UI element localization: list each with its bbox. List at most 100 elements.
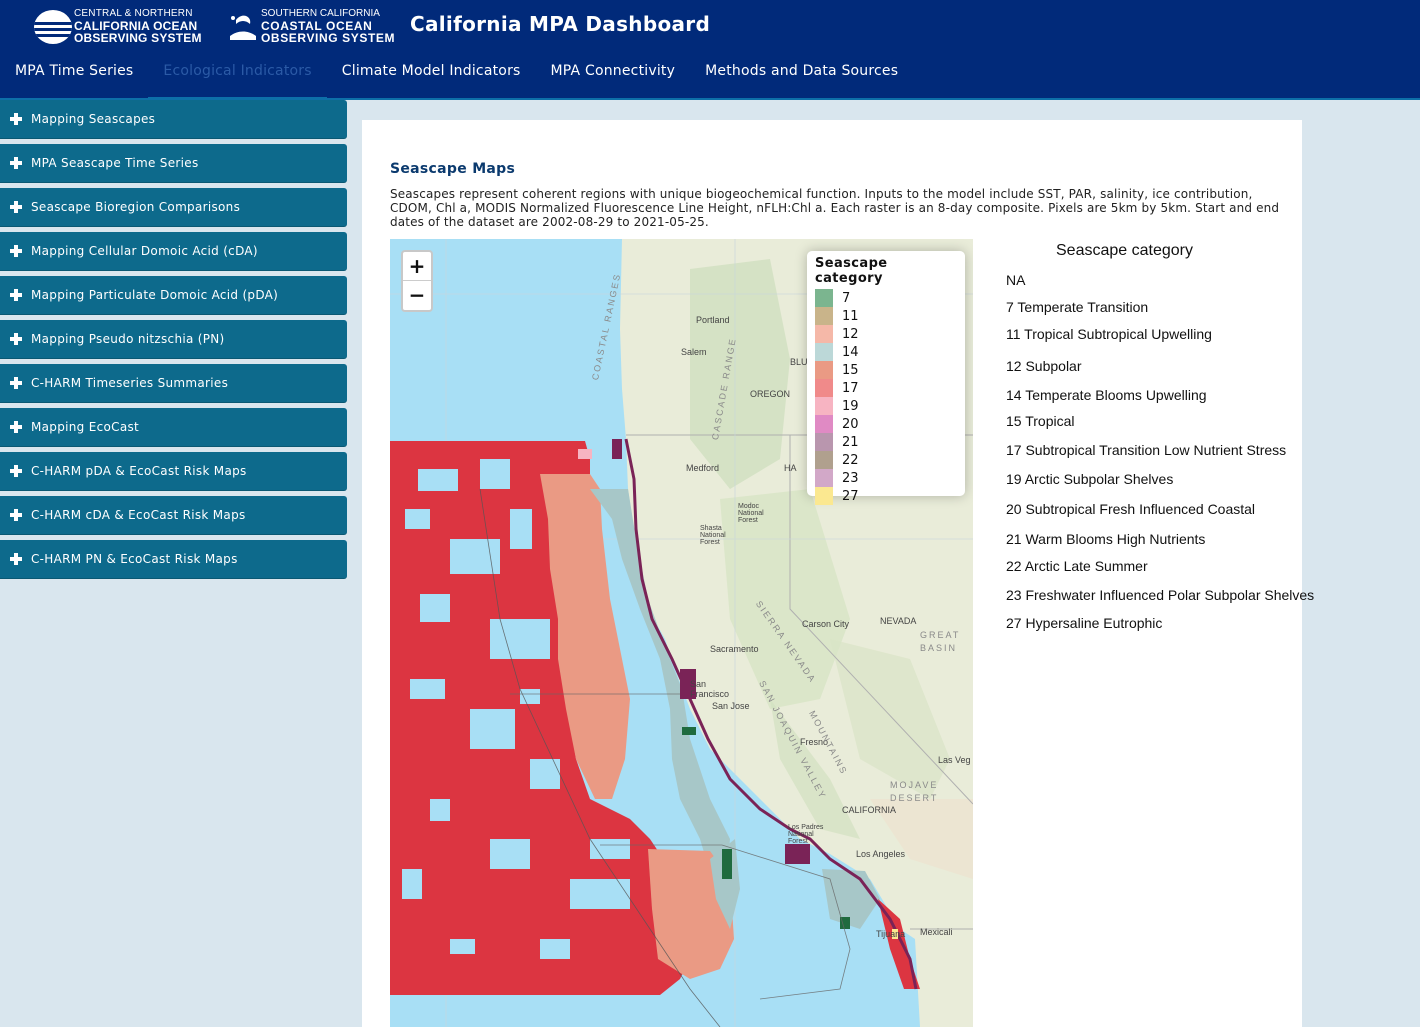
legend-value: 12	[842, 326, 859, 342]
legend-entries: 7 11 12 14 15 17 19 20 21 22 23 27	[815, 289, 957, 505]
logo-line: OBSERVING SYSTEM	[74, 31, 202, 45]
legend-swatch	[815, 325, 833, 343]
map-label: MOJAVE DESERT	[890, 780, 939, 803]
sidebar-item-mapping-seascapes[interactable]: Mapping Seascapes	[0, 100, 347, 139]
map-legend: Seascape category 7 11 12 14 15 17 19 20 21 22 23 2…	[807, 251, 965, 505]
legend-swatch	[815, 361, 833, 379]
sidebar-item-mapping-pn[interactable]: Mapping Pseudo nitzschia (PN)	[0, 320, 347, 359]
plus-icon	[10, 553, 22, 565]
map-label: HA	[784, 463, 797, 473]
map-label: Sacramento	[710, 644, 759, 654]
legend-swatch	[815, 379, 833, 397]
zoom-in-button[interactable]: +	[403, 252, 431, 281]
cencoos-logo[interactable]: CENTRAL & NORTHERN CALIFORNIA OCEAN OBSE…	[34, 8, 214, 46]
legend-entry: 7	[815, 289, 957, 307]
sidebar-item-charm-pda-risk-maps[interactable]: C-HARM pDA & EcoCast Risk Maps	[0, 452, 347, 491]
plus-icon	[10, 289, 22, 301]
plus-icon	[10, 421, 22, 433]
category-key-item: 7 Temperate Transition	[1006, 299, 1149, 315]
sidebar: Mapping Seascapes MPA Seascape Time Seri…	[0, 100, 347, 584]
app-title: California MPA Dashboard	[410, 12, 711, 36]
sidebar-item-mapping-pda[interactable]: Mapping Particulate Domoic Acid (pDA)	[0, 276, 347, 315]
zoom-control: + −	[401, 250, 433, 312]
section-title: Seascape Maps	[390, 161, 516, 177]
legend-swatch	[815, 487, 833, 505]
plus-icon	[10, 377, 22, 389]
category-key-title: Seascape category	[1056, 242, 1193, 259]
category-key-item: 11 Tropical Subtropical Upwelling	[1006, 326, 1212, 342]
sidebar-item-mapping-ecocast[interactable]: Mapping EcoCast	[0, 408, 347, 447]
tab-ecological-indicators[interactable]: Ecological Indicators	[148, 55, 327, 99]
legend-entry: 12	[815, 325, 957, 343]
sidebar-item-seascape-bioregion-comparisons[interactable]: Seascape Bioregion Comparisons	[0, 188, 347, 227]
map-label: Carson City	[802, 619, 850, 629]
plus-icon	[10, 465, 22, 477]
legend-value: 14	[842, 344, 859, 360]
legend-entry: 15	[815, 361, 957, 379]
category-key-item: 27 Hypersaline Eutrophic	[1006, 615, 1163, 631]
category-key-item: 23 Freshwater Influenced Polar Subpolar …	[1006, 587, 1315, 603]
sidebar-item-label: MPA Seascape Time Series	[31, 156, 199, 170]
map-label: Tijuana	[876, 929, 906, 939]
legend-entry: 21	[815, 433, 957, 451]
map-label: NEVADA	[880, 616, 917, 626]
logo-line: OBSERVING SYSTEM	[261, 31, 396, 45]
legend-swatch	[815, 451, 833, 469]
map-label: Salem	[681, 347, 707, 357]
map-label: San Jose	[712, 701, 750, 711]
map-label: Shasta National Forest	[700, 525, 726, 546]
legend-entry: 20	[815, 415, 957, 433]
sidebar-item-label: C-HARM PN & EcoCast Risk Maps	[31, 552, 238, 566]
zoom-out-button[interactable]: −	[403, 281, 431, 310]
sidebar-item-label: Mapping Particulate Domoic Acid (pDA)	[31, 288, 279, 302]
sidebar-item-charm-cda-risk-maps[interactable]: C-HARM cDA & EcoCast Risk Maps	[0, 496, 347, 535]
category-key-item: 20 Subtropical Fresh Influenced Coastal	[1006, 501, 1256, 517]
map-label: Modoc National Forest	[738, 503, 764, 524]
map-label: CALIFORNIA	[842, 805, 897, 815]
map-label: BLU	[790, 357, 808, 367]
map-label: San Francisco	[690, 679, 730, 699]
sidebar-item-charm-pn-risk-maps[interactable]: C-HARM PN & EcoCast Risk Maps	[0, 540, 347, 579]
map-label: GREAT BASIN	[920, 630, 961, 653]
sidebar-item-mapping-cda[interactable]: Mapping Cellular Domoic Acid (cDA)	[0, 232, 347, 271]
sidebar-item-charm-timeseries[interactable]: C-HARM Timeseries Summaries	[0, 364, 347, 403]
legend-entry: 27	[815, 487, 957, 505]
tab-mpa-time-series[interactable]: MPA Time Series	[0, 55, 148, 99]
sidebar-item-label: Mapping Pseudo nitzschia (PN)	[31, 332, 225, 346]
sidebar-item-label: Mapping Cellular Domoic Acid (cDA)	[31, 244, 258, 258]
plus-icon	[10, 509, 22, 521]
legend-value: 20	[842, 416, 859, 432]
main-panel: Seascape Maps Seascapes represent cohere…	[362, 120, 1314, 1027]
tab-climate-model-indicators[interactable]: Climate Model Indicators	[327, 55, 536, 99]
map-label: Medford	[686, 463, 720, 473]
sccoos-logo-icon	[230, 15, 256, 40]
category-key-item: 21 Warm Blooms High Nutrients	[1006, 531, 1206, 547]
plus-icon	[10, 113, 22, 125]
cencoos-logo-icon	[34, 10, 72, 44]
sidebar-item-label: C-HARM pDA & EcoCast Risk Maps	[31, 464, 247, 478]
plus-icon	[10, 201, 22, 213]
legend-value: 27	[842, 488, 859, 504]
legend-entry: 11	[815, 307, 957, 325]
category-key-item: 12 Subpolar	[1006, 358, 1082, 374]
seascape-map[interactable]: Portland Salem OREGON BLU Medford HA Mod…	[390, 239, 973, 1027]
legend-swatch	[815, 433, 833, 451]
tab-mpa-connectivity[interactable]: MPA Connectivity	[536, 55, 691, 99]
tab-methods-data-sources[interactable]: Methods and Data Sources	[690, 55, 913, 99]
legend-value: 17	[842, 380, 859, 396]
category-key-item: 15 Tropical	[1006, 413, 1075, 429]
legend-swatch	[815, 397, 833, 415]
plus-icon	[10, 245, 22, 257]
legend-entry: 17	[815, 379, 957, 397]
legend-entry: 22	[815, 451, 957, 469]
section-description: Seascapes represent coherent regions wit…	[390, 187, 1280, 229]
map-label: Las Veg	[938, 755, 971, 765]
legend-swatch	[815, 307, 833, 325]
legend-value: 22	[842, 452, 859, 468]
sidebar-item-mpa-seascape-time-series[interactable]: MPA Seascape Time Series	[0, 144, 347, 183]
sidebar-item-label: Mapping EcoCast	[31, 420, 140, 434]
legend-swatch	[815, 289, 833, 307]
legend-swatch	[815, 415, 833, 433]
sccoos-logo[interactable]: SOUTHERN CALIFORNIA COASTAL OCEAN OBSERV…	[228, 8, 398, 46]
map-label: Los Angeles	[856, 849, 906, 859]
